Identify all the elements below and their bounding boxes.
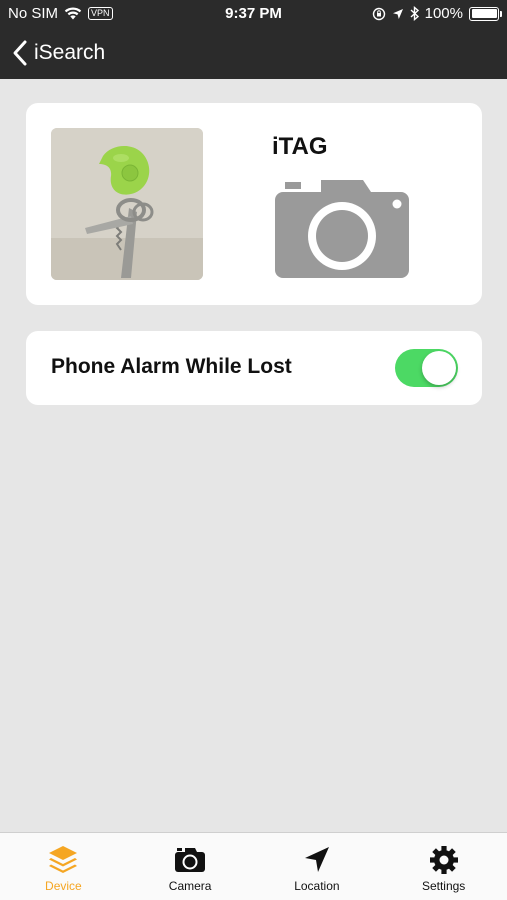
itag-keychain-image [51,128,203,280]
location-arrow-icon [304,847,329,872]
alarm-label: Phone Alarm While Lost [51,355,292,378]
tab-location[interactable]: Location [254,833,381,900]
camera-icon [175,848,206,872]
location-services-icon [392,8,403,19]
layers-icon [49,846,78,873]
device-card: iTAG [26,103,482,305]
tab-camera-label: Camera [168,879,212,893]
device-photo[interactable] [51,128,203,280]
chevron-left-icon [13,40,27,65]
tab-bar: Device Camera Location Settings [0,832,507,900]
camera-icon[interactable] [273,176,411,280]
alarm-toggle[interactable] [395,349,458,387]
tab-settings[interactable]: Settings [380,833,507,900]
back-button[interactable]: iSearch [10,39,105,67]
bluetooth-icon [410,6,419,21]
orientation-lock-icon [372,7,385,20]
toggle-knob [422,351,456,385]
battery-percent: 100% [424,5,463,22]
back-label: iSearch [34,40,106,64]
status-bar: No SIM VPN 9:37 PM 100% [0,0,507,28]
tab-device[interactable]: Device [0,833,127,900]
top-bar: No SIM VPN 9:37 PM 100% iSearch [0,0,507,79]
battery-icon [469,6,502,21]
tab-location-label: Location [294,879,340,893]
device-name: iTAG [272,133,328,160]
nav-bar: iSearch [0,30,507,75]
tab-camera[interactable]: Camera [127,833,254,900]
tab-settings-label: Settings [421,879,466,893]
alarm-setting-row: Phone Alarm While Lost [26,331,482,405]
tab-device-label: Device [45,879,82,893]
gear-icon [429,846,458,874]
